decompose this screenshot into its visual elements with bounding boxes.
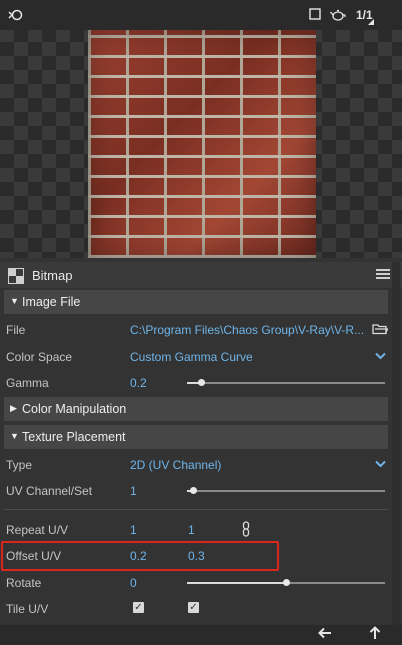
settings-sliders-icon[interactable] — [376, 269, 390, 279]
type-label: Type — [6, 458, 33, 472]
type-dropdown[interactable]: 2D (UV Channel) — [130, 458, 221, 472]
section-texture-placement[interactable]: ▼ Texture Placement — [4, 425, 388, 449]
zoom-corner-icon — [368, 19, 374, 25]
teapot-icon[interactable] — [330, 8, 346, 24]
tile-u-checkbox[interactable]: ✓ — [133, 602, 144, 613]
offset-highlight-box — [1, 541, 279, 571]
file-path-field[interactable]: C:\Program Files\Chaos Group\V-Ray\V-R..… — [130, 323, 364, 337]
footer-bar — [0, 625, 402, 645]
bitmap-icon — [8, 268, 24, 284]
rotate-label: Rotate — [6, 576, 42, 590]
gamma-value-field[interactable]: 0.2 — [130, 376, 147, 390]
folder-open-icon[interactable] — [372, 323, 389, 335]
rotate-row: Rotate 0 — [0, 570, 400, 596]
uv-channel-row: UV Channel/Set 1 — [0, 478, 400, 504]
tile-v-checkbox[interactable]: ✓ — [188, 602, 199, 613]
repeat-u-field[interactable]: 1 — [130, 523, 137, 537]
color-space-dropdown[interactable]: Custom Gamma Curve — [130, 350, 253, 364]
section-title: Image File — [22, 295, 81, 309]
type-row: Type 2D (UV Channel) — [0, 452, 400, 478]
square-icon[interactable] — [309, 8, 321, 23]
expanded-arrow-icon: ▼ — [10, 296, 19, 306]
repeat-row: Repeat U/V 1 1 — [0, 517, 400, 543]
divider — [4, 509, 388, 510]
gamma-row: Gamma 0.2 — [0, 370, 400, 396]
color-space-label: Color Space — [6, 350, 73, 364]
arrow-up-icon[interactable] — [368, 626, 382, 643]
link-chain-icon[interactable] — [240, 521, 252, 537]
uv-channel-value-field[interactable]: 1 — [130, 484, 137, 498]
gamma-label: Gamma — [6, 376, 49, 390]
panel-header: Bitmap — [0, 262, 402, 288]
expanded-arrow-icon: ▼ — [10, 431, 19, 441]
collapsed-arrow-icon: ▶ — [10, 403, 17, 413]
uv-channel-label: UV Channel/Set — [6, 484, 93, 498]
chevron-down-icon[interactable] — [375, 349, 386, 363]
tile-label: Tile U/V — [6, 602, 49, 616]
panel-title: Bitmap — [32, 268, 73, 283]
section-title: Color Manipulation — [22, 402, 127, 416]
scrollbar[interactable] — [392, 262, 400, 625]
file-label: File — [6, 323, 26, 337]
brick-texture-image — [88, 30, 316, 258]
rotate-value-field[interactable]: 0 — [130, 576, 137, 590]
chevron-down-icon[interactable] — [375, 457, 386, 471]
texture-preview: 1/1 — [0, 0, 402, 258]
section-color-manipulation[interactable]: ▶ Color Manipulation — [4, 397, 388, 421]
section-image-file[interactable]: ▼ Image File — [4, 290, 388, 314]
color-space-row: Color Space Custom Gamma Curve — [0, 344, 400, 370]
file-row: File C:\Program Files\Chaos Group\V-Ray\… — [0, 317, 400, 343]
tile-row: Tile U/V ✓ ✓ — [0, 596, 400, 622]
repeat-label: Repeat U/V — [6, 523, 69, 537]
preview-toolbar: 1/1 — [0, 0, 402, 30]
section-title: Texture Placement — [22, 430, 126, 444]
arrow-left-icon[interactable] — [318, 626, 332, 643]
repeat-v-field[interactable]: 1 — [188, 523, 195, 537]
channel-swap-icon[interactable] — [8, 8, 24, 25]
